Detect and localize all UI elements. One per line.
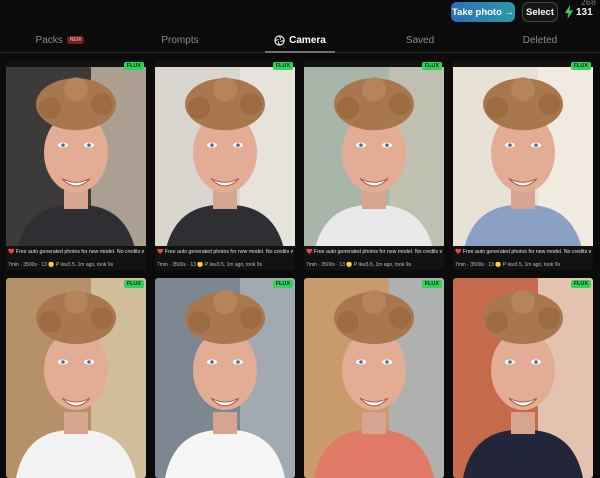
- photo-meta: 7min · 3500s · 13 🟡 P ikw3.5, 1m ago, to…: [455, 262, 561, 268]
- lightning-bolt-icon: [565, 5, 573, 19]
- photo-caption: ❤️ Free auto generated photos for new mo…: [455, 249, 591, 255]
- portrait-image: [155, 278, 295, 478]
- flux-badge: FLUX: [272, 280, 293, 288]
- generated-photo[interactable]: [155, 60, 295, 246]
- photo-caption: ❤️ Free auto generated photos for new mo…: [157, 249, 293, 255]
- camera-aperture-icon: [274, 34, 285, 46]
- credits-count: 131: [576, 6, 593, 18]
- generated-photo[interactable]: [453, 60, 593, 246]
- photo-meta: 7min · 3500s · 13 🟡 P ikw3.5, 1m ago, to…: [8, 262, 114, 268]
- photo-card[interactable]: FLUX ❤️ Free auto generated photos for n…: [453, 60, 593, 270]
- generated-photo[interactable]: [6, 278, 146, 478]
- portrait-image: [453, 278, 593, 478]
- flux-badge: FLUX: [123, 280, 144, 288]
- portrait-image: [155, 67, 295, 246]
- tab-prompts[interactable]: Prompts: [120, 28, 240, 52]
- top-bar: 268 Take photo → Select 131: [0, 0, 600, 28]
- flux-badge: FLUX: [123, 62, 144, 70]
- tab-bar: Packs NEW Prompts Camera Saved Deleted: [0, 28, 600, 53]
- portrait-image: [6, 67, 146, 246]
- tab-packs-label: Packs: [35, 34, 63, 46]
- photo-caption: ❤️ Free auto generated photos for new mo…: [306, 249, 442, 255]
- photo-card[interactable]: FLUX: [304, 278, 444, 478]
- tab-camera[interactable]: Camera: [240, 28, 360, 53]
- tab-saved-label: Saved: [405, 34, 435, 46]
- photo-card[interactable]: FLUX: [6, 278, 146, 478]
- select-button[interactable]: Select: [522, 2, 558, 22]
- tab-packs[interactable]: Packs NEW: [0, 28, 120, 52]
- photo-card[interactable]: FLUX ❤️ Free auto generated photos for n…: [304, 60, 444, 270]
- photo-card[interactable]: FLUX: [453, 278, 593, 478]
- flux-badge: FLUX: [272, 62, 293, 70]
- tab-prompts-label: Prompts: [161, 34, 199, 46]
- portrait-image: [453, 67, 593, 246]
- flux-badge: FLUX: [421, 62, 442, 70]
- tab-camera-label: Camera: [289, 34, 326, 46]
- photo-grid: FLUX ❤️ Free auto generated photos for n…: [6, 60, 594, 478]
- take-photo-label: Take photo →: [451, 6, 515, 18]
- new-badge: NEW: [66, 36, 85, 44]
- tab-saved[interactable]: Saved: [360, 28, 480, 52]
- portrait-image: [304, 278, 444, 478]
- photo-meta: 7min · 3500s · 13 🟡 P ikw3.5, 1m ago, to…: [157, 262, 263, 268]
- generated-photo[interactable]: [304, 278, 444, 478]
- portrait-image: [304, 67, 444, 246]
- tab-deleted-label: Deleted: [522, 34, 558, 46]
- portrait-image: [6, 278, 146, 478]
- generated-photo[interactable]: [6, 60, 146, 246]
- flux-badge: FLUX: [570, 280, 591, 288]
- tab-deleted[interactable]: Deleted: [480, 28, 600, 52]
- generated-photo[interactable]: [155, 278, 295, 478]
- generated-photo[interactable]: [453, 278, 593, 478]
- flux-badge: FLUX: [570, 62, 591, 70]
- photo-caption: ❤️ Free auto generated photos for new mo…: [8, 249, 144, 255]
- generated-photo[interactable]: [304, 60, 444, 246]
- photo-card[interactable]: FLUX ❤️ Free auto generated photos for n…: [155, 60, 295, 270]
- photo-meta: 7min · 3500s · 13 🟡 P ikw3.5, 1m ago, to…: [306, 262, 412, 268]
- take-photo-button[interactable]: Take photo →: [451, 2, 515, 22]
- credits-counter[interactable]: 131: [564, 3, 593, 21]
- photo-card[interactable]: FLUX ❤️ Free auto generated photos for n…: [6, 60, 146, 270]
- flux-badge: FLUX: [421, 280, 442, 288]
- photo-card[interactable]: FLUX: [155, 278, 295, 478]
